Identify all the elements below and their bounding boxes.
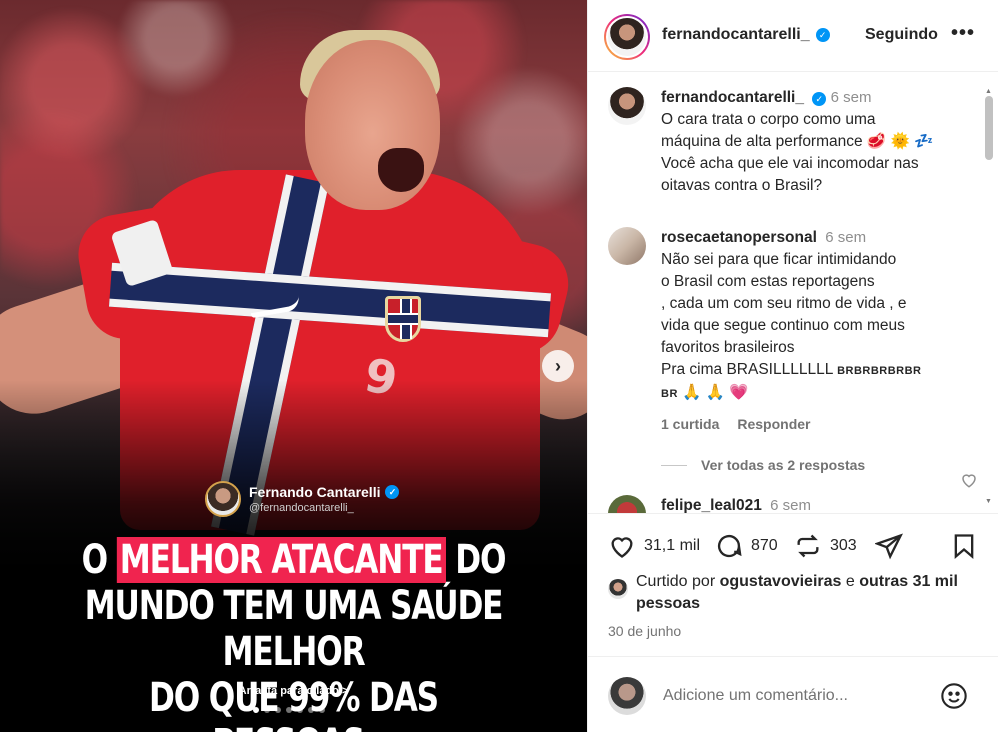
comment-line: o Brasil com estas reportagens: [661, 273, 875, 290]
verified-badge-icon: ✓: [815, 28, 830, 42]
comment-time[interactable]: 6 sem: [770, 497, 811, 513]
verified-badge-icon: ✓: [385, 485, 400, 499]
caption-line: Você acha que ele vai incomodar nas: [661, 155, 919, 172]
liked-by-others[interactable]: outras 31 mil: [859, 573, 958, 590]
overlay-author-name: Fernando Cantarelli: [249, 484, 381, 500]
headline-pre: O: [81, 537, 117, 583]
reply-button[interactable]: Responder: [737, 416, 810, 432]
avatar[interactable]: [608, 87, 646, 125]
comment-emojis: 🙏 🙏 💗: [682, 384, 749, 401]
more-options-icon[interactable]: •••: [951, 22, 975, 45]
comment-line: Pra cima BRASILLLLLLL: [661, 361, 833, 378]
caption-line: máquina de alta performance 🥩 🌞 💤: [661, 133, 934, 150]
comment-username[interactable]: felipe_leal021: [661, 497, 762, 513]
player-mouth: [378, 148, 424, 192]
comment-bubble-icon[interactable]: [715, 532, 743, 560]
post-side-panel: fernandocantarelli_ ✓ Seguindo ••• ferna…: [587, 0, 998, 732]
overlay-author: Fernando Cantarelli ✓ @fernandocantarell…: [205, 481, 400, 517]
carousel-dot[interactable]: [319, 707, 325, 713]
next-slide-button[interactable]: ›: [542, 350, 574, 382]
post-media[interactable]: 9 › Fernando Cantarelli ✓ @fernandocanta…: [0, 0, 587, 732]
liker-avatar[interactable]: [608, 579, 628, 599]
carousel-dot[interactable]: [286, 707, 292, 713]
divider: [661, 464, 687, 466]
scroll-down-arrow-icon[interactable]: ▼: [985, 498, 992, 505]
carousel-dot[interactable]: [308, 707, 314, 713]
flag-emoji-text: BRBRBRBRBR: [837, 365, 922, 377]
emoji-smiley-icon[interactable]: [940, 682, 968, 710]
carousel-dot[interactable]: [297, 707, 303, 713]
comment-likes[interactable]: 1 curtida: [661, 416, 719, 432]
current-user-avatar: [608, 677, 646, 715]
add-comment-input[interactable]: Adicione um comentário...: [663, 687, 848, 705]
player-head: [305, 40, 440, 210]
headline-post: DO: [445, 537, 506, 583]
caption-line: oitavas contra o Brasil?: [661, 177, 823, 194]
liked-by-mid: e: [841, 573, 860, 590]
comment-time[interactable]: 6 sem: [825, 229, 866, 246]
post-date[interactable]: 30 de junho: [608, 623, 681, 639]
liked-by-user[interactable]: ogustavovieiras: [720, 573, 842, 590]
comment-line: vida que segue continuo com meus: [661, 317, 905, 334]
swipe-hint: Arrasta para o lado >: [238, 685, 349, 697]
avatar[interactable]: [608, 495, 646, 513]
scroll-up-arrow-icon[interactable]: ▲: [985, 88, 992, 95]
liked-by: Curtido por ogustavovieiras e outras 31 …: [608, 571, 986, 615]
carousel-dot[interactable]: [253, 707, 259, 713]
comment-line: Não sei para que ficar intimidando: [661, 251, 897, 268]
caption-line: O cara trata o corpo como uma: [661, 111, 876, 128]
overlay-author-avatar: [205, 481, 241, 517]
comment-line: , cada um com seu ritmo de vida , e: [661, 295, 907, 312]
author-avatar-story-ring[interactable]: [604, 14, 650, 60]
flag-emoji-text: BR: [661, 388, 678, 400]
comment-time[interactable]: 6 sem: [831, 89, 872, 106]
chevron-right-icon: ›: [555, 355, 561, 376]
headline-line-2: MUNDO TEM UMA SAÚDE MELHOR: [84, 583, 504, 675]
scrollbar-thumb[interactable]: [985, 96, 993, 160]
like-comment-heart-icon[interactable]: [960, 471, 978, 489]
share-paper-plane-icon[interactable]: [875, 532, 903, 560]
headline-highlight: MELHOR ATACANTE: [116, 537, 446, 583]
overlay-author-handle: @fernandocantarelli_: [249, 502, 354, 514]
liked-by-suffix[interactable]: pessoas: [636, 595, 700, 612]
save-bookmark-icon[interactable]: [950, 532, 978, 560]
like-heart-icon[interactable]: [608, 532, 636, 560]
comments-scroll-area[interactable]: fernandocantarelli_ ✓ 6 sem O cara trata…: [588, 73, 998, 513]
view-replies-label[interactable]: Ver todas as 2 respostas: [701, 457, 865, 473]
comment-username[interactable]: rosecaetanopersonal: [661, 229, 817, 246]
comment-username[interactable]: fernandocantarelli_: [661, 89, 804, 106]
repost-icon[interactable]: [794, 532, 822, 560]
reposts-count[interactable]: 303: [830, 537, 857, 555]
post-header: fernandocantarelli_ ✓ Seguindo •••: [588, 0, 998, 72]
headline-line-3: DO QUE 99% DAS PESSOAS.: [148, 675, 439, 732]
header-username[interactable]: fernandocantarelli_: [662, 26, 810, 44]
carousel-dots: [253, 707, 325, 713]
verified-badge-icon: ✓: [812, 92, 827, 106]
comment-meta: 1 curtida Responder: [661, 416, 810, 432]
overlay-headline: O MELHOR ATACANTE DO MUNDO TEM UMA SAÚDE…: [65, 537, 523, 732]
add-comment-bar: Adicione um comentário...: [588, 656, 998, 732]
avatar[interactable]: [608, 227, 646, 265]
carousel-dot[interactable]: [275, 707, 281, 713]
following-button[interactable]: Seguindo: [865, 26, 938, 44]
view-replies[interactable]: Ver todas as 2 respostas: [661, 457, 865, 473]
scrollbar[interactable]: ▲ ▼: [984, 88, 994, 508]
comment-line: favoritos brasileiros: [661, 339, 795, 356]
liked-by-prefix: Curtido por: [636, 573, 720, 590]
norway-crest: [385, 296, 421, 342]
avatar: [606, 16, 648, 58]
carousel-dot[interactable]: [264, 707, 270, 713]
comments-count[interactable]: 870: [751, 537, 778, 555]
likes-count[interactable]: 31,1 mil: [644, 537, 700, 555]
